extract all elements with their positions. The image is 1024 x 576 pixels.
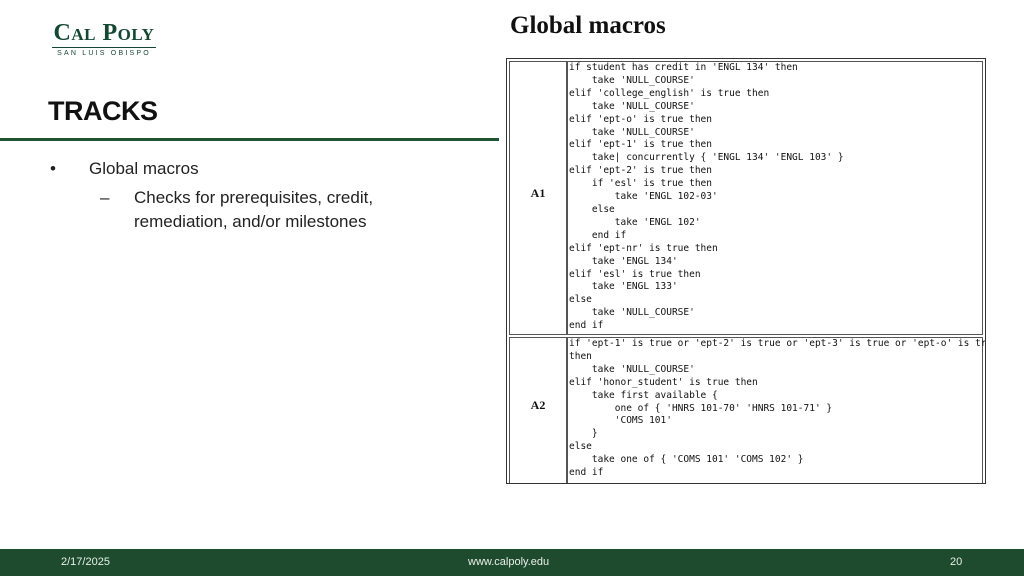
code-line: else xyxy=(569,294,592,306)
code-line: elif 'honor_student' is true then xyxy=(569,376,758,388)
code-line: } xyxy=(569,428,598,440)
code-line: elif 'esl' is true then xyxy=(569,268,701,280)
code-block-a1: if student has credit in 'ENGL 134' then… xyxy=(569,62,844,333)
code-line: elif 'college_english' is true then xyxy=(569,87,770,99)
footer-date: 2/17/2025 xyxy=(61,556,110,568)
code-line: take 'ENGL 134' xyxy=(569,255,678,267)
code-line: elif 'ept-1' is true then xyxy=(569,139,712,151)
bullet-text: Global macros xyxy=(89,159,199,178)
code-line: take 'NULL_COURSE' xyxy=(569,100,695,112)
logo-divider xyxy=(52,47,156,48)
code-line: take 'NULL_COURSE' xyxy=(569,363,695,375)
code-line: take 'NULL_COURSE' xyxy=(569,126,695,138)
logo-wordmark: Cal Poly xyxy=(53,20,155,46)
cal-poly-logo: Cal Poly SAN LUIS OBISPO xyxy=(48,20,160,60)
sub-bullet-line-1: Checks for prerequisites, credit, xyxy=(134,188,374,207)
macros-table: A1 if student has credit in 'ENGL 134' t… xyxy=(506,58,986,484)
code-line: end if xyxy=(569,320,604,332)
logo-subtitle: SAN LUIS OBISPO xyxy=(57,50,151,57)
footer-page-number: 20 xyxy=(950,556,963,568)
row-label: A2 xyxy=(530,398,546,412)
bullet-dot-icon: • xyxy=(50,159,56,178)
sub-bullet-dash-icon: – xyxy=(100,188,110,207)
code-line: take 'NULL_COURSE' xyxy=(569,307,695,319)
row-code-cell: if student has credit in 'ENGL 134' then… xyxy=(567,61,983,335)
row-label-cell: A1 xyxy=(509,61,567,335)
slide-title: TRACKS xyxy=(48,96,158,126)
code-line: if student has credit in 'ENGL 134' then xyxy=(569,62,798,73)
macros-heading: Global macros xyxy=(510,12,666,39)
code-line: elif 'ept-nr' is true then xyxy=(569,242,718,254)
code-line: if 'esl' is true then xyxy=(569,178,712,190)
slide-footer: 2/17/2025 www.calpoly.edu 20 xyxy=(0,549,1024,576)
code-line: elif 'ept-o' is true then xyxy=(569,113,712,125)
code-line: elif 'ept-2' is true then xyxy=(569,165,712,177)
title-underline xyxy=(0,138,499,141)
code-line: else xyxy=(569,441,592,453)
bullet-item: • Global macros xyxy=(48,158,448,180)
code-line: if 'ept-1' is true or 'ept-2' is true or… xyxy=(569,338,986,349)
code-line: take one of { 'COMS 101' 'COMS 102' } xyxy=(569,454,804,466)
table-row-a2: A2 if 'ept-1' is true or 'ept-2' is true… xyxy=(507,335,986,483)
row-label: A1 xyxy=(530,186,546,200)
row-label-cell: A2 xyxy=(509,337,567,483)
code-line: take 'ENGL 133' xyxy=(569,281,678,293)
code-block-a2: if 'ept-1' is true or 'ept-2' is true or… xyxy=(569,338,986,480)
sub-bullet-item: – Checks for prerequisites, credit, reme… xyxy=(48,186,448,234)
code-line: then xyxy=(569,350,592,362)
code-line: end if xyxy=(569,229,627,241)
bullet-list: • Global macros – Checks for prerequisit… xyxy=(48,158,448,234)
code-line: take 'ENGL 102-03' xyxy=(569,191,718,203)
footer-url: www.calpoly.edu xyxy=(468,556,550,568)
table-row-a1: A1 if student has credit in 'ENGL 134' t… xyxy=(507,59,985,337)
code-line: 'COMS 101' xyxy=(569,415,672,427)
code-line: take 'NULL_COURSE' xyxy=(569,74,695,86)
code-line: one of { 'HNRS 101-70' 'HNRS 101-71' } xyxy=(569,402,833,414)
code-line: else xyxy=(569,203,615,215)
sub-bullet-line-2: remediation, and/or milestones xyxy=(134,212,367,231)
code-line: take 'ENGL 102' xyxy=(569,216,701,228)
code-line: take first available { xyxy=(569,389,718,401)
row-code-cell: if 'ept-1' is true or 'ept-2' is true or… xyxy=(567,337,986,483)
code-line: end if xyxy=(569,467,604,479)
code-line: take| concurrently { 'ENGL 134' 'ENGL 10… xyxy=(569,152,844,164)
